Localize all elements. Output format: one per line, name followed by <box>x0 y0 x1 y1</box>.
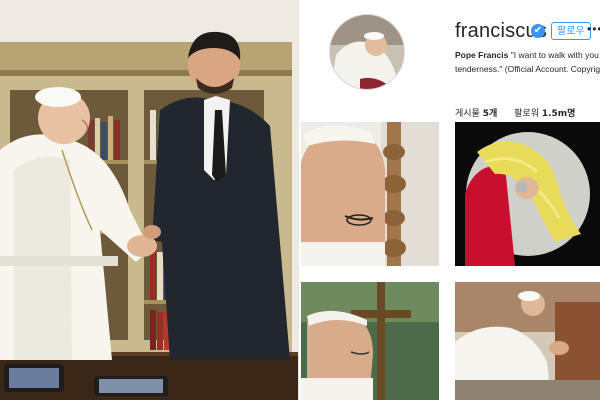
profile-bio: Pope Francis "I want to walk with you al… <box>455 48 600 76</box>
bio-name: Pope Francis <box>455 50 509 60</box>
posts-label: 게시물 <box>455 109 480 119</box>
meeting-photo <box>0 0 298 400</box>
profile-stats: 게시물 5개 팔로워 1.5m명 <box>455 106 589 119</box>
bio-line-2: tenderness." (Official Account. Copyrigh <box>455 64 600 74</box>
post-thumbnail-1[interactable] <box>301 122 439 266</box>
meeting-photo-illustration <box>0 0 298 400</box>
post-1-image <box>301 122 439 266</box>
bio-line-1-text: "I want to walk with you al <box>508 50 600 60</box>
bio-line-1: Pope Francis "I want to walk with you al <box>455 48 600 62</box>
post-thumbnail-3[interactable] <box>301 282 439 400</box>
more-options-icon[interactable]: ••• <box>587 22 600 36</box>
posts-count: 5개 <box>482 109 498 119</box>
posts-stat[interactable]: 게시물 5개 <box>455 109 497 119</box>
post-thumbnail-4[interactable] <box>455 282 600 400</box>
follow-button[interactable]: 팔로우 <box>551 22 591 40</box>
followers-label: 팔로워 <box>514 109 539 119</box>
followers-stat[interactable]: 팔로워 1.5m명 <box>514 109 575 119</box>
post-4-image <box>455 282 600 400</box>
avatar-illustration <box>330 15 404 89</box>
profile-avatar[interactable] <box>329 14 405 90</box>
post-3-image <box>301 282 439 400</box>
followers-count: 1.5m명 <box>541 109 576 119</box>
post-2-image <box>455 122 600 266</box>
post-thumbnail-2[interactable] <box>455 122 600 266</box>
verified-badge-icon: ✔ <box>531 24 545 38</box>
instagram-profile-panel: franciscus ✔ 팔로우 ••• Pope Francis "I wan… <box>298 0 600 400</box>
